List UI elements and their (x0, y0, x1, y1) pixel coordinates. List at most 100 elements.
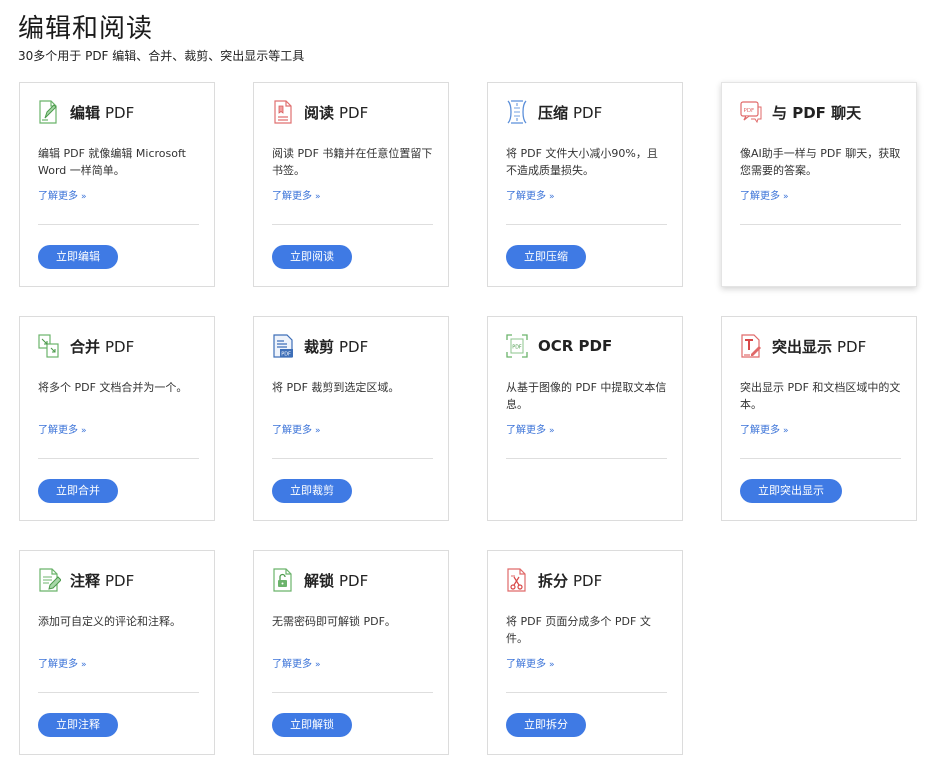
learn-more-link[interactable]: 了解更多» (740, 421, 789, 436)
learn-more-label: 了解更多 (740, 425, 780, 436)
learn-more-label: 了解更多 (38, 425, 78, 436)
learn-more-link[interactable]: 了解更多» (506, 187, 555, 202)
card-action-button[interactable]: 立即编辑 (38, 245, 118, 269)
card-divider (506, 458, 667, 459)
ocr-pdf-icon: PDF (505, 333, 529, 359)
card-divider (38, 692, 199, 693)
learn-more-link[interactable]: 了解更多» (38, 187, 87, 202)
learn-more-link[interactable]: 了解更多» (272, 421, 321, 436)
learn-more-label: 了解更多 (506, 659, 546, 670)
card-divider (272, 458, 433, 459)
learn-more-label: 了解更多 (38, 191, 78, 202)
tool-card[interactable]: 突出显示 PDF 突出显示 PDF 和文档区域中的文本。了解更多» 立即突出显示 (721, 316, 917, 521)
edit-pdf-icon (37, 99, 61, 125)
learn-more-link[interactable]: 了解更多» (38, 655, 87, 670)
card-header: 阅读 PDF (271, 99, 368, 125)
crop-pdf-icon: PDF (271, 333, 295, 359)
card-description: 编辑 PDF 就像编辑 Microsoft Word 一样简单。 (38, 147, 186, 177)
card-title-main: 注释 (70, 571, 101, 590)
svg-text:PDF: PDF (281, 352, 291, 358)
card-title-main: 阅读 (304, 103, 335, 122)
card-title-main: 突出显示 (772, 337, 833, 356)
card-title: 裁剪 PDF (304, 336, 368, 357)
double-chevron-right-icon: » (81, 192, 87, 202)
card-title-main: 解锁 (304, 571, 335, 590)
card-header: 解锁 PDF (271, 567, 368, 593)
double-chevron-right-icon: » (783, 426, 789, 436)
learn-more-link[interactable]: 了解更多» (740, 187, 789, 202)
card-title: 合并 PDF (70, 336, 134, 357)
card-title: 与 PDF 聊天 (772, 102, 861, 123)
card-divider (506, 692, 667, 693)
card-title-main: 合并 (70, 337, 101, 356)
learn-more-link[interactable]: 了解更多» (272, 187, 321, 202)
card-title-main: 与 PDF 聊天 (772, 103, 862, 122)
card-title-suffix: PDF (837, 337, 867, 356)
page: 编辑和阅读 30多个用于 PDF 编辑、合并、裁剪、突出显示等工具 编辑 PDF 编… (0, 0, 948, 776)
card-title-suffix: PDF (339, 103, 369, 122)
card-divider (38, 224, 199, 225)
double-chevron-right-icon: » (81, 426, 87, 436)
card-header: 压缩 PDF (505, 99, 602, 125)
card-header: PDF 与 PDF 聊天 (739, 99, 861, 125)
tool-card[interactable]: 编辑 PDF 编辑 PDF 就像编辑 Microsoft Word 一样简单。了解更… (19, 82, 215, 287)
card-description: 突出显示 PDF 和文档区域中的文本。 (740, 381, 901, 411)
tool-card[interactable]: PDF 裁剪 PDF 将 PDF 裁剪到选定区域。 了解更多» 立即裁剪 (253, 316, 449, 521)
learn-more-link[interactable]: 了解更多» (506, 655, 555, 670)
double-chevron-right-icon: » (81, 660, 87, 670)
tool-card[interactable]: 拆分 PDF 将 PDF 页面分成多个 PDF 文件。 了解更多» 立即拆分 (487, 550, 683, 755)
card-divider (740, 224, 901, 225)
double-chevron-right-icon: » (315, 192, 321, 202)
card-title-suffix: PDF (339, 337, 369, 356)
card-action-button[interactable]: 立即压缩 (506, 245, 586, 269)
card-divider (506, 224, 667, 225)
card-title-main: 裁剪 (304, 337, 335, 356)
card-description: 阅读 PDF 书籍并在任意位置留下书签。 (272, 147, 433, 177)
page-title: 编辑和阅读 (18, 14, 154, 44)
tool-card[interactable]: 合并 PDF 将多个 PDF 文档合并为一个。 了解更多» 立即合并 (19, 316, 215, 521)
learn-more-label: 了解更多 (38, 659, 78, 670)
split-pdf-icon (505, 567, 529, 593)
card-description: 无需密码即可解锁 PDF。 (272, 615, 396, 628)
learn-more-label: 了解更多 (272, 659, 312, 670)
learn-more-link[interactable]: 了解更多» (38, 421, 87, 436)
card-description: 像AI助手一样与 PDF 聊天，获取您需要的答案。 (740, 147, 901, 177)
tool-card[interactable]: 阅读 PDF 阅读 PDF 书籍并在任意位置留下书签。了解更多» 立即阅读 (253, 82, 449, 287)
card-title: 解锁 PDF (304, 570, 368, 591)
card-title: 编辑 PDF (70, 102, 134, 123)
card-description: 添加可自定义的评论和注释。 (38, 615, 181, 628)
card-action-button[interactable]: 立即拆分 (506, 713, 586, 737)
tool-card[interactable]: PDF 与 PDF 聊天像AI助手一样与 PDF 聊天，获取您需要的答案。了解更多… (721, 82, 917, 287)
tool-card[interactable]: 解锁 PDF 无需密码即可解锁 PDF。 了解更多» 立即解锁 (253, 550, 449, 755)
chat-pdf-icon: PDF (739, 99, 763, 125)
card-title: 拆分 PDF (538, 570, 602, 591)
card-description: 将 PDF 裁剪到选定区域。 (272, 381, 400, 394)
card-action-button[interactable]: 立即阅读 (272, 245, 352, 269)
card-action-button[interactable]: 立即合并 (38, 479, 118, 503)
card-header: 编辑 PDF (37, 99, 134, 125)
card-action-button[interactable]: 立即注释 (38, 713, 118, 737)
card-description: 从基于图像的 PDF 中提取文本信息。 (506, 381, 667, 411)
read-pdf-icon (271, 99, 295, 125)
svg-text:PDF: PDF (512, 345, 522, 351)
card-title-suffix: PDF (573, 571, 603, 590)
card-header: 突出显示 PDF (739, 333, 866, 359)
unlock-pdf-icon (271, 567, 295, 593)
learn-more-link[interactable]: 了解更多» (272, 655, 321, 670)
double-chevron-right-icon: » (783, 192, 789, 202)
tool-card[interactable]: PDF OCR PDF 从基于图像的 PDF 中提取文本信息。了解更多» (487, 316, 683, 521)
card-title-suffix: PDF (573, 103, 603, 122)
card-divider (38, 458, 199, 459)
card-title-main: OCR PDF (538, 337, 613, 355)
card-action-button[interactable]: 立即裁剪 (272, 479, 352, 503)
tool-card[interactable]: 注释 PDF 添加可自定义的评论和注释。 了解更多» 立即注释 (19, 550, 215, 755)
card-header: PDF OCR PDF (505, 333, 612, 359)
card-title-main: 拆分 (538, 571, 569, 590)
card-action-button[interactable]: 立即解锁 (272, 713, 352, 737)
tool-card[interactable]: 压缩 PDF 将 PDF 文件大小减小90%，且不造成质量损失。 了解更多» 立即压缩 (487, 82, 683, 287)
card-action-button[interactable]: 立即突出显示 (740, 479, 842, 503)
card-title-suffix: PDF (339, 571, 369, 590)
card-title-suffix: PDF (105, 337, 135, 356)
card-title-main: 压缩 (538, 103, 569, 122)
learn-more-link[interactable]: 了解更多» (506, 421, 555, 436)
